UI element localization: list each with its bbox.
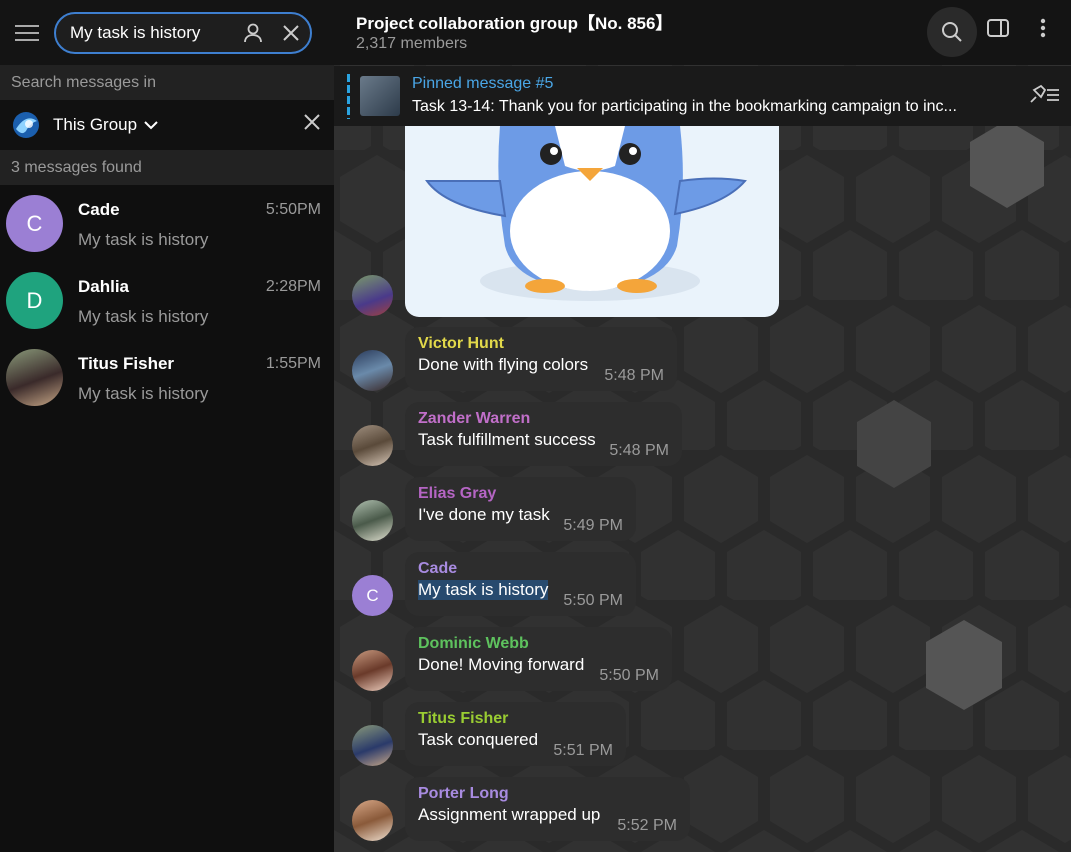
avatar-photo[interactable] bbox=[352, 800, 393, 841]
message-text: Task fulfillment success bbox=[418, 430, 596, 449]
more-vertical-icon bbox=[1040, 18, 1046, 38]
search-icon bbox=[942, 22, 962, 42]
result-name: Dahlia bbox=[78, 277, 130, 296]
result-time: 2:28PM bbox=[265, 278, 321, 295]
message-sender[interactable]: Elias Gray bbox=[418, 485, 623, 503]
avatar-initial: C bbox=[366, 585, 379, 605]
result-time: 5:50PM bbox=[265, 201, 321, 218]
message-time: 5:49 PM bbox=[563, 517, 623, 534]
avatar-photo[interactable] bbox=[352, 650, 393, 691]
avatar: D bbox=[6, 272, 63, 329]
message-time: 5:51 PM bbox=[553, 742, 613, 759]
message-text: Done with flying colors bbox=[418, 355, 589, 374]
message-text: I've done my task bbox=[418, 505, 550, 524]
result-name: Cade bbox=[78, 200, 120, 219]
search-panel: Search messages in This Group 3 messages… bbox=[0, 0, 334, 852]
result-name: Titus Fisher bbox=[78, 354, 175, 373]
avatar-photo[interactable] bbox=[352, 725, 393, 766]
hamburger-icon bbox=[15, 24, 39, 41]
message-text: Task conquered bbox=[418, 730, 539, 749]
more-button[interactable] bbox=[1038, 17, 1048, 44]
chevron-down-icon[interactable] bbox=[143, 119, 159, 131]
chat-message[interactable]: Elias Gray I've done my task 5:49 PM bbox=[405, 477, 636, 541]
message-time: 5:48 PM bbox=[609, 442, 669, 459]
user-icon bbox=[244, 23, 262, 42]
chat-panel: Project collaboration group【No. 856】 2,3… bbox=[334, 0, 1071, 852]
toggle-sidebar-button[interactable] bbox=[986, 17, 1010, 44]
search-in-label: Search messages in bbox=[0, 65, 334, 100]
search-topbar bbox=[0, 0, 334, 65]
message-time: 5:50 PM bbox=[563, 592, 623, 609]
pinned-indicator bbox=[347, 74, 350, 119]
pin-list-icon bbox=[1030, 84, 1059, 103]
result-text: My task is history bbox=[78, 384, 209, 403]
avatar: C bbox=[6, 195, 63, 252]
close-icon bbox=[283, 24, 299, 41]
result-text: My task is history bbox=[78, 230, 209, 249]
chat-message[interactable]: Titus Fisher Task conquered 5:51 PM bbox=[405, 702, 626, 766]
message-sender[interactable]: Porter Long bbox=[418, 785, 677, 803]
scope-name: This Group bbox=[53, 115, 138, 134]
avatar-initial: C bbox=[26, 210, 43, 236]
search-button[interactable] bbox=[927, 7, 977, 57]
message-sender[interactable]: Victor Hunt bbox=[418, 335, 664, 353]
message-text: My task is history bbox=[418, 580, 549, 600]
message-text: Done! Moving forward bbox=[418, 655, 585, 674]
chat-message[interactable]: Cade My task is history 5:50 PM bbox=[405, 552, 636, 616]
search-result[interactable]: C Cade 5:50PM My task is history bbox=[0, 185, 334, 262]
search-result[interactable]: Titus Fisher 1:55PM My task is history bbox=[0, 339, 334, 416]
member-count: 2,317 members bbox=[356, 35, 468, 52]
avatar-photo bbox=[6, 349, 63, 406]
search-scope[interactable]: This Group bbox=[0, 100, 334, 150]
message-sender[interactable]: Cade bbox=[418, 560, 623, 578]
avatar-photo[interactable] bbox=[352, 500, 393, 541]
clear-scope-button[interactable] bbox=[304, 114, 320, 135]
search-by-sender-button[interactable] bbox=[234, 14, 272, 52]
message-sender[interactable]: Titus Fisher bbox=[418, 710, 613, 728]
message-sender[interactable]: Zander Warren bbox=[418, 410, 669, 428]
chat-message[interactable]: Zander Warren Task fulfillment success 5… bbox=[405, 402, 682, 466]
results-count: 3 messages found bbox=[0, 150, 334, 185]
message-text: Assignment wrapped up bbox=[418, 805, 601, 824]
chat-title[interactable]: Project collaboration group【No. 856】 bbox=[356, 9, 672, 34]
result-time: 1:55PM bbox=[265, 355, 321, 372]
avatar-photo[interactable] bbox=[352, 350, 393, 391]
menu-button[interactable] bbox=[0, 0, 54, 65]
sticker-message[interactable] bbox=[405, 126, 779, 317]
close-icon bbox=[304, 114, 320, 130]
result-text: My task is history bbox=[78, 307, 209, 326]
message-time: 5:48 PM bbox=[604, 367, 664, 384]
chat-message[interactable]: Porter Long Assignment wrapped up 5:52 P… bbox=[405, 777, 690, 841]
message-time: 5:50 PM bbox=[599, 667, 659, 684]
chat-message[interactable]: Victor Hunt Done with flying colors 5:48… bbox=[405, 327, 677, 391]
sidebar-icon bbox=[987, 19, 1009, 37]
pinned-message-bar[interactable]: Pinned message #5 Task 13-14: Thank you … bbox=[334, 66, 1071, 126]
pinned-thumbnail bbox=[360, 76, 400, 116]
clear-search-button[interactable] bbox=[272, 14, 310, 52]
avatar-photo[interactable] bbox=[352, 275, 393, 316]
avatar-initial: D bbox=[26, 287, 43, 313]
search-input[interactable] bbox=[70, 22, 234, 43]
chat-header: Project collaboration group【No. 856】 2,3… bbox=[334, 0, 1071, 65]
pinned-list-button[interactable] bbox=[1027, 84, 1061, 111]
avatar-photo[interactable] bbox=[352, 425, 393, 466]
avatar[interactable]: C bbox=[352, 575, 393, 616]
message-time: 5:52 PM bbox=[617, 817, 677, 834]
search-box bbox=[54, 11, 312, 54]
message-sender[interactable]: Dominic Webb bbox=[418, 635, 659, 653]
pinned-text: Task 13-14: Thank you for participating … bbox=[412, 98, 957, 115]
search-result[interactable]: D Dahlia 2:28PM My task is history bbox=[0, 262, 334, 339]
penguin-sticker-icon bbox=[425, 126, 747, 301]
group-logo-icon bbox=[13, 112, 39, 138]
chat-message[interactable]: Dominic Webb Done! Moving forward 5:50 P… bbox=[405, 627, 672, 691]
pinned-title: Pinned message #5 bbox=[412, 75, 554, 92]
